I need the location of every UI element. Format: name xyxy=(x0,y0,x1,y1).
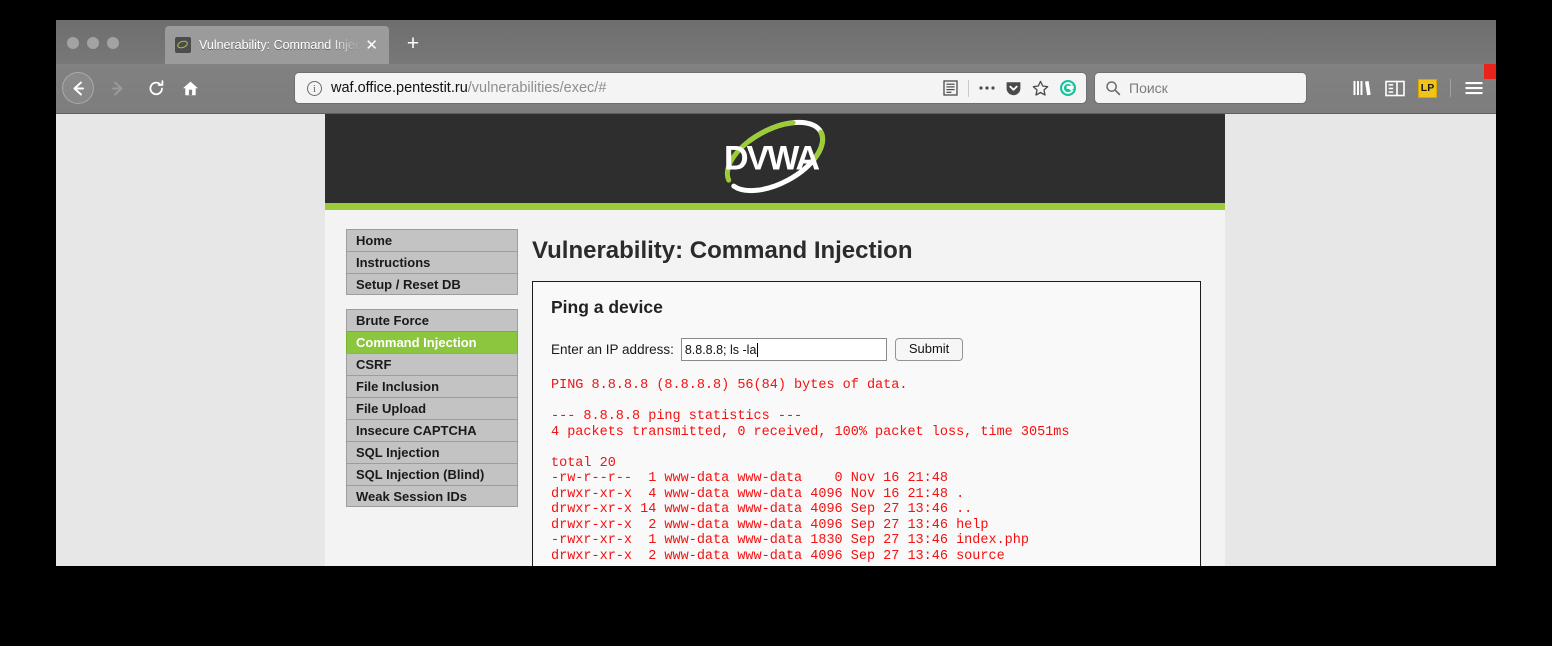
library-icon[interactable] xyxy=(1345,72,1378,104)
toolbar-right: LP xyxy=(1345,64,1496,104)
submit-button[interactable]: Submit xyxy=(894,338,964,361)
close-window-button[interactable] xyxy=(67,37,79,49)
dvwa-sidebar: Home Instructions Setup / Reset DB Brute… xyxy=(346,229,518,521)
pocket-icon[interactable] xyxy=(1000,75,1027,101)
minimize-window-button[interactable] xyxy=(87,37,99,49)
window-controls xyxy=(67,37,119,49)
sidebar-icon[interactable] xyxy=(1378,72,1411,104)
sidebar-group-general: Home Instructions Setup / Reset DB xyxy=(346,229,518,295)
sidebar-group-vulnerabilities: Brute Force Command Injection CSRF File … xyxy=(346,309,518,507)
url-domain: waf.office.pentestit.ru xyxy=(331,80,468,96)
output-stats-line: 4 packets transmitted, 0 received, 100% … xyxy=(551,424,1070,440)
ip-address-value: 8.8.8.8; ls -la xyxy=(684,342,757,357)
search-input[interactable]: Поиск xyxy=(1129,80,1168,96)
new-tab-button[interactable]: + xyxy=(400,31,426,57)
ip-address-input[interactable]: 8.8.8.8; ls -la xyxy=(680,338,887,361)
grammarly-icon[interactable] xyxy=(1054,75,1081,101)
sidebar-item-brute-force[interactable]: Brute Force xyxy=(346,309,518,331)
toolbar-divider xyxy=(968,79,969,97)
page-title: Vulnerability: Command Injection xyxy=(532,237,913,264)
text-caret xyxy=(757,342,759,357)
ip-address-label: Enter an IP address: xyxy=(551,342,674,357)
bookmark-star-icon[interactable] xyxy=(1027,75,1054,101)
browser-tab[interactable]: Vulnerability: Command Injection ✕ xyxy=(165,26,389,64)
maximize-window-button[interactable] xyxy=(107,37,119,49)
sidebar-item-setup-reset-db[interactable]: Setup / Reset DB xyxy=(346,273,518,295)
output-ping-header: PING 8.8.8.8 (8.8.8.8) 56(84) bytes of d… xyxy=(551,378,908,393)
command-output: PING 8.8.8.8 (8.8.8.8) 56(84) bytes of d… xyxy=(551,378,1182,564)
reload-icon xyxy=(149,79,163,95)
output-directory-listing: total 20 -rw-r--r-- 1 www-data www-data … xyxy=(551,455,1029,564)
dvwa-logo: DVWA xyxy=(695,117,855,200)
home-icon xyxy=(182,81,198,95)
sidebar-item-file-inclusion[interactable]: File Inclusion xyxy=(346,375,518,397)
home-button[interactable] xyxy=(174,72,206,104)
page-actions-icon[interactable] xyxy=(973,75,1000,101)
sidebar-item-csrf[interactable]: CSRF xyxy=(346,353,518,375)
tab-title: Vulnerability: Command Injection xyxy=(199,38,362,52)
toolbar-divider-right xyxy=(1450,79,1451,97)
sidebar-item-home[interactable]: Home xyxy=(346,229,518,251)
reload-button[interactable] xyxy=(140,72,172,104)
url-path: /vulnerabilities/exec/# xyxy=(467,80,607,96)
search-icon xyxy=(1106,81,1121,96)
arrow-left-icon xyxy=(73,81,84,95)
close-tab-icon[interactable]: ✕ xyxy=(365,38,378,53)
sidebar-item-sql-injection-blind[interactable]: SQL Injection (Blind) xyxy=(346,463,518,485)
sidebar-item-file-upload[interactable]: File Upload xyxy=(346,397,518,419)
page-viewport: DVWA Home Instructions Setup / Reset DB … xyxy=(56,114,1496,566)
dvwa-page: DVWA Home Instructions Setup / Reset DB … xyxy=(325,114,1225,566)
reader-view-icon[interactable] xyxy=(937,75,964,101)
sidebar-item-insecure-captcha[interactable]: Insecure CAPTCHA xyxy=(346,419,518,441)
navigation-toolbar: i waf.office.pentestit.ru/vulnerabilitie… xyxy=(56,64,1496,114)
url-bar[interactable]: i waf.office.pentestit.ru/vulnerabilitie… xyxy=(295,73,1086,103)
browser-window: Vulnerability: Command Injection ✕ + xyxy=(56,20,1496,566)
url-text: waf.office.pentestit.ru/vulnerabilities/… xyxy=(331,80,937,96)
ping-a-device-panel: Ping a device Enter an IP address: 8.8.8… xyxy=(532,281,1201,566)
output-stats-header: --- 8.8.8.8 ping statistics --- xyxy=(551,409,803,424)
lastpass-icon: LP xyxy=(1418,78,1437,98)
sidebar-item-weak-session-ids[interactable]: Weak Session IDs xyxy=(346,485,518,507)
sidebar-item-sql-injection[interactable]: SQL Injection xyxy=(346,441,518,463)
dvwa-accent-bar xyxy=(325,203,1225,210)
dvwa-main-content: Vulnerability: Command Injection Ping a … xyxy=(532,237,1225,566)
back-button[interactable] xyxy=(62,72,94,104)
lastpass-button[interactable]: LP xyxy=(1411,64,1496,104)
panel-title: Ping a device xyxy=(551,297,663,317)
dvwa-header: DVWA xyxy=(325,114,1225,203)
sidebar-item-instructions[interactable]: Instructions xyxy=(346,251,518,273)
arrow-right-icon xyxy=(111,81,122,95)
svg-text:DVWA: DVWA xyxy=(724,139,819,177)
tab-strip: Vulnerability: Command Injection ✕ + xyxy=(56,20,1496,64)
lastpass-badge xyxy=(1484,64,1496,79)
forward-button[interactable] xyxy=(101,72,133,104)
url-bar-actions xyxy=(937,75,1086,101)
dvwa-body: Home Instructions Setup / Reset DB Brute… xyxy=(325,210,1225,566)
sidebar-item-command-injection[interactable]: Command Injection xyxy=(346,331,518,353)
site-info-icon[interactable]: i xyxy=(307,80,322,96)
search-bar[interactable]: Поиск xyxy=(1095,73,1306,103)
ping-form: Enter an IP address: 8.8.8.8; ls -la Sub… xyxy=(551,338,1182,361)
dvwa-favicon-icon xyxy=(175,37,191,53)
